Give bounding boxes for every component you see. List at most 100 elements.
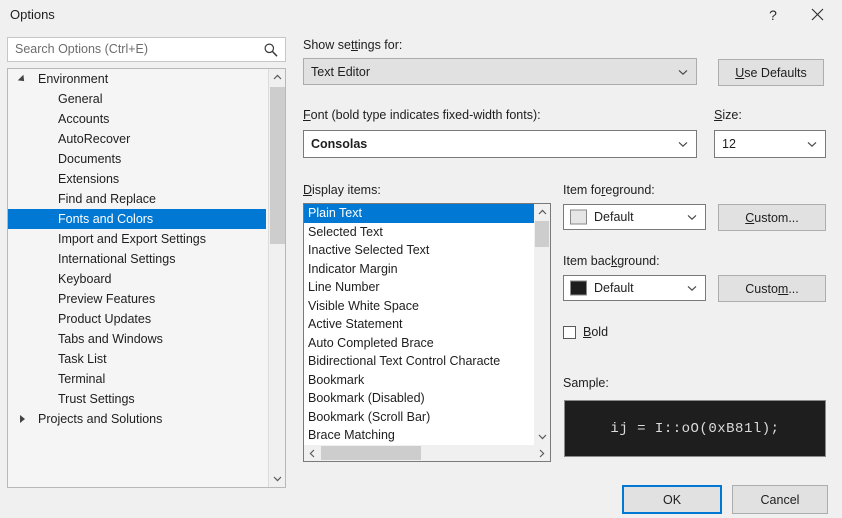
tree-item-international-settings[interactable]: International Settings xyxy=(8,249,268,269)
display-item-row[interactable]: Visible White Space xyxy=(304,297,535,316)
ok-button[interactable]: OK xyxy=(622,485,722,514)
tree-item-label: Task List xyxy=(58,352,107,366)
tree-item-label: Environment xyxy=(38,72,109,86)
search-icon[interactable] xyxy=(263,42,279,58)
tree-item-general[interactable]: General xyxy=(8,89,268,109)
display-item-row[interactable]: Indicator Margin xyxy=(304,260,535,279)
tree-scroll-area: Environment General Accounts AutoRecover Doc… xyxy=(8,69,268,487)
tree-item-label: International Settings xyxy=(58,252,176,266)
options-dialog: Options ? Environment General Accounts Auto… xyxy=(0,0,842,518)
question-mark-icon: ? xyxy=(769,6,777,23)
display-item-row[interactable]: Active Statement xyxy=(304,315,535,334)
sample-text: ij = I::oO(0xB81l); xyxy=(610,420,780,437)
search-box[interactable] xyxy=(7,37,286,62)
chevron-down-icon xyxy=(678,69,688,75)
tree-item-task-list[interactable]: Task List xyxy=(8,349,268,369)
help-button[interactable]: ? xyxy=(756,0,790,29)
tree-item-accounts[interactable]: Accounts xyxy=(8,109,268,129)
display-item-row[interactable]: Inactive Selected Text xyxy=(304,241,535,260)
display-items-label: Display items: xyxy=(303,183,381,197)
tree-item-import-and-export-settings[interactable]: Import and Export Settings xyxy=(8,229,268,249)
chevron-down-icon xyxy=(678,141,688,148)
search-input[interactable] xyxy=(15,42,255,56)
display-item-row[interactable]: Selected Text xyxy=(304,223,535,242)
expanded-triangle-icon[interactable] xyxy=(17,74,27,84)
scroll-up-arrow-icon[interactable] xyxy=(534,204,550,221)
show-settings-label: Show settings for: xyxy=(303,38,403,52)
size-label: Size: xyxy=(714,108,742,122)
tree-item-keyboard[interactable]: Keyboard xyxy=(8,269,268,289)
display-items-scrollbar-thumb[interactable] xyxy=(535,221,549,247)
tree-item-label: Product Updates xyxy=(58,312,152,326)
show-settings-for-value: Text Editor xyxy=(311,64,371,79)
tree-item-label: Trust Settings xyxy=(58,392,135,406)
scroll-down-arrow-icon[interactable] xyxy=(269,470,285,487)
close-icon xyxy=(811,8,823,21)
bold-checkbox-row[interactable]: Bold xyxy=(563,325,608,339)
chevron-down-icon xyxy=(687,214,697,221)
display-items-list[interactable]: Plain Text Selected Text Inactive Selected… xyxy=(303,203,551,462)
close-button[interactable] xyxy=(800,0,834,29)
scroll-left-arrow-icon[interactable] xyxy=(304,445,321,461)
custom-background-button[interactable]: Custom... xyxy=(718,275,826,302)
display-item-row[interactable]: Bookmark (Scroll Bar) xyxy=(304,408,535,427)
tree-item-label: Documents xyxy=(58,152,122,166)
tree-item-preview-features[interactable]: Preview Features xyxy=(8,289,268,309)
tree-item-label: Tabs and Windows xyxy=(58,332,163,346)
display-item-row[interactable]: Bidirectional Text Control Characte xyxy=(304,352,535,371)
scroll-up-arrow-icon[interactable] xyxy=(269,69,285,86)
bold-label: Bold xyxy=(583,325,609,339)
use-defaults-label: Use Defaults xyxy=(735,65,807,80)
tree-item-environment[interactable]: Environment xyxy=(8,69,268,89)
cancel-label: Cancel xyxy=(760,492,800,507)
chevron-down-icon xyxy=(687,285,697,292)
tree-scrollbar-thumb[interactable] xyxy=(270,87,285,244)
tree-item-fonts-and-colors[interactable]: Fonts and Colors xyxy=(8,209,266,229)
font-value: Consolas xyxy=(311,137,368,151)
tree-item-tabs-and-windows[interactable]: Tabs and Windows xyxy=(8,329,268,349)
display-item-row[interactable]: Bookmark xyxy=(304,371,535,390)
tree-item-terminal[interactable]: Terminal xyxy=(8,369,268,389)
size-value: 12 xyxy=(722,137,736,151)
tree-item-autorecover[interactable]: AutoRecover xyxy=(8,129,268,149)
tree-item-trust-settings[interactable]: Trust Settings xyxy=(8,389,268,409)
sample-label: Sample: xyxy=(563,376,609,390)
collapsed-triangle-icon[interactable] xyxy=(20,415,25,423)
tree-item-label: Projects and Solutions xyxy=(38,412,163,426)
display-item-row[interactable]: Line Number xyxy=(304,278,535,297)
bold-checkbox[interactable] xyxy=(563,325,576,339)
item-background-dropdown[interactable]: Default xyxy=(563,275,706,301)
tree-item-projects-and-solutions[interactable]: Projects and Solutions xyxy=(8,409,268,429)
tree-item-label: Fonts and Colors xyxy=(58,212,154,226)
item-foreground-dropdown[interactable]: Default xyxy=(563,204,706,230)
custom-foreground-label: Custom... xyxy=(745,210,799,225)
display-items-vertical-scrollbar[interactable] xyxy=(534,204,550,445)
tree-vertical-scrollbar[interactable] xyxy=(268,69,285,487)
tree-item-label: Accounts xyxy=(58,112,110,126)
tree-item-label: Preview Features xyxy=(58,292,156,306)
background-color-swatch xyxy=(570,280,587,296)
custom-foreground-button[interactable]: Custom... xyxy=(718,204,826,231)
tree-item-find-and-replace[interactable]: Find and Replace xyxy=(8,189,268,209)
font-label: Font (bold type indicates fixed-width fo… xyxy=(303,108,541,122)
ok-label: OK xyxy=(662,492,682,507)
font-dropdown[interactable]: Consolas xyxy=(303,130,697,158)
cancel-button[interactable]: Cancel xyxy=(732,485,828,514)
display-items-horizontal-scrollbar[interactable] xyxy=(304,445,550,461)
use-defaults-button[interactable]: Use Defaults xyxy=(718,59,824,86)
scroll-right-arrow-icon[interactable] xyxy=(533,445,550,461)
scroll-down-arrow-icon[interactable] xyxy=(534,428,550,445)
size-dropdown[interactable]: 12 xyxy=(714,130,826,158)
custom-background-label: Custom... xyxy=(745,281,799,296)
options-tree[interactable]: Environment General Accounts AutoRecover Doc… xyxy=(7,68,286,488)
display-items-hscrollbar-thumb[interactable] xyxy=(321,446,421,460)
tree-item-product-updates[interactable]: Product Updates xyxy=(8,309,268,329)
tree-item-extensions[interactable]: Extensions xyxy=(8,169,268,189)
item-foreground-label: Item foreground: xyxy=(563,183,655,197)
display-item-row[interactable]: Brace Matching xyxy=(304,426,535,445)
show-settings-for-dropdown[interactable]: Text Editor xyxy=(303,58,697,85)
tree-item-documents[interactable]: Documents xyxy=(8,149,268,169)
display-item-row[interactable]: Plain Text xyxy=(304,204,535,223)
display-item-row[interactable]: Bookmark (Disabled) xyxy=(304,389,535,408)
display-item-row[interactable]: Auto Completed Brace xyxy=(304,334,535,353)
